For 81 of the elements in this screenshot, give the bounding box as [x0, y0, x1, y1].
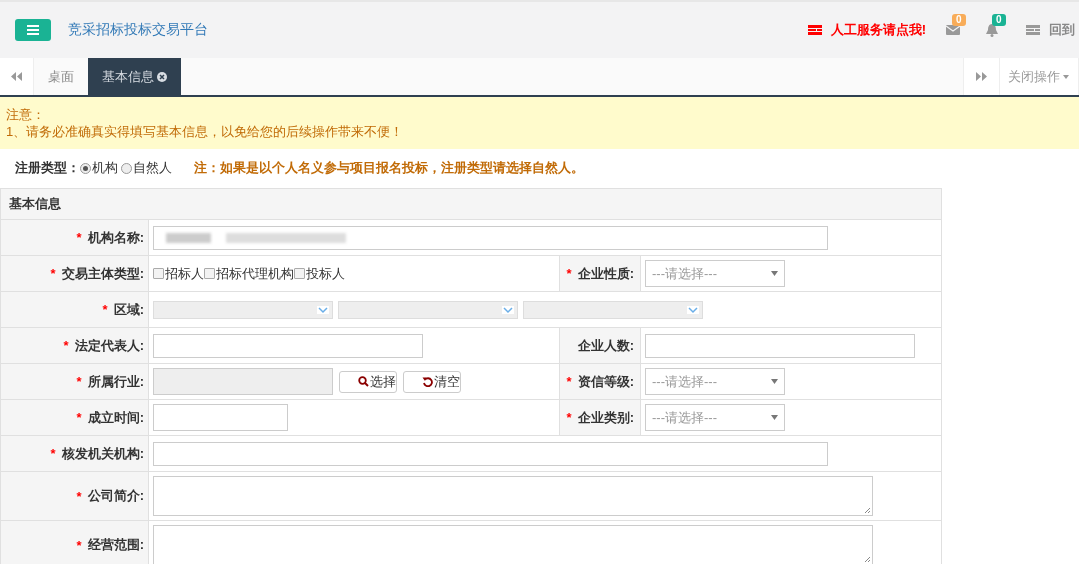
service-icon — [807, 25, 822, 35]
field-label: 企业类别: — [577, 408, 634, 427]
checkbox-label: 投标人 — [306, 264, 345, 283]
field-label: 成立时间: — [87, 408, 144, 427]
required-mark: * — [50, 266, 56, 281]
home-icon — [1026, 25, 1040, 35]
select-field[interactable]: ---请选择--- — [645, 404, 785, 431]
home-link[interactable]: 回到 — [1049, 21, 1075, 39]
field-label: 企业性质: — [577, 264, 634, 283]
field-label: 企业人数: — [577, 336, 634, 355]
input-field[interactable] — [153, 333, 423, 358]
required-mark: * — [566, 266, 572, 281]
required-mark: * — [76, 410, 82, 425]
text-area[interactable] — [153, 525, 873, 564]
field-label: 资信等级: — [577, 372, 634, 391]
required-mark: * — [76, 230, 82, 245]
chevron-icon — [317, 305, 329, 314]
field-label: 所属行业: — [87, 372, 144, 391]
menu-icon — [27, 25, 39, 35]
count-badge: 0 — [952, 14, 966, 26]
input-field[interactable] — [153, 225, 828, 250]
chevron-icon — [687, 305, 699, 314]
required-mark: * — [102, 302, 108, 317]
input-field[interactable] — [645, 333, 915, 358]
notice-text: 1、请务必准确真实得填写基本信息，以免给您的后续操作带来不便！ — [6, 123, 405, 140]
caret-icon — [771, 415, 778, 420]
tab[interactable]: 桌面 — [34, 58, 88, 95]
field-label: 核发机关机构: — [61, 444, 144, 463]
field-label: 公司简介: — [87, 487, 144, 505]
checkbox[interactable] — [153, 268, 164, 279]
notice-title: 注意： — [6, 106, 46, 123]
field-label: 法定代表人: — [74, 336, 144, 355]
required-mark: * — [50, 446, 56, 461]
resize-handle-icon[interactable] — [864, 507, 871, 514]
service-link[interactable]: 人工服务请点我! — [830, 21, 926, 39]
select-field[interactable]: ---请选择--- — [645, 368, 785, 395]
radio-button[interactable] — [121, 162, 132, 174]
checkbox[interactable] — [204, 268, 215, 279]
input-field[interactable] — [153, 441, 828, 466]
select-field[interactable]: ---请选择--- — [645, 260, 785, 287]
radio-label: 机构 — [92, 159, 118, 177]
tab[interactable]: 基本信息 — [88, 58, 181, 95]
date-field[interactable] — [153, 404, 288, 431]
required-mark: * — [76, 374, 82, 389]
site-title: 竞采招标投标交易平台 — [68, 21, 208, 39]
close-icon[interactable] — [157, 71, 167, 82]
count-badge: 0 — [992, 14, 1006, 26]
text-area[interactable] — [153, 476, 873, 516]
close-menu[interactable]: 关闭操作 — [1000, 58, 1079, 95]
radio-label: 自然人 — [133, 159, 172, 177]
chevron-icon — [502, 305, 514, 314]
checkbox-label: 招标代理机构 — [216, 264, 294, 283]
search-button[interactable]: 选择 — [339, 370, 397, 393]
checkbox-label: 招标人 — [165, 264, 204, 283]
reset-button[interactable]: 清空 — [403, 370, 461, 393]
caret-icon — [771, 379, 778, 384]
resize-handle-icon[interactable] — [864, 556, 871, 563]
caret-icon — [771, 271, 778, 276]
checkbox[interactable] — [294, 268, 305, 279]
rewind-icon[interactable] — [11, 72, 22, 81]
bell-icon[interactable] — [986, 23, 998, 37]
mail-icon[interactable] — [946, 25, 960, 35]
undo-icon — [422, 376, 433, 387]
section-title: 基本信息 — [9, 195, 61, 213]
radio-button[interactable] — [80, 162, 91, 174]
required-mark: * — [76, 537, 82, 553]
search-icon — [358, 376, 369, 387]
field-label: 交易主体类型: — [61, 264, 144, 283]
field-label: 区域: — [113, 300, 144, 319]
fast-forward-icon[interactable] — [976, 72, 987, 81]
field-label: 机构名称: — [87, 228, 144, 247]
field-label: 经营范围: — [87, 536, 144, 554]
required-mark: * — [76, 488, 82, 504]
note-text: 注：如果是以个人名义参与项目报名投标，注册类型请选择自然人。 — [194, 159, 584, 177]
required-mark: * — [566, 374, 572, 389]
required-mark: * — [63, 338, 69, 353]
required-mark: * — [566, 410, 572, 425]
menu-button[interactable] — [15, 19, 51, 41]
caret-icon — [1063, 74, 1069, 79]
input-field[interactable] — [153, 368, 333, 395]
field-label: 注册类型： — [15, 159, 80, 177]
